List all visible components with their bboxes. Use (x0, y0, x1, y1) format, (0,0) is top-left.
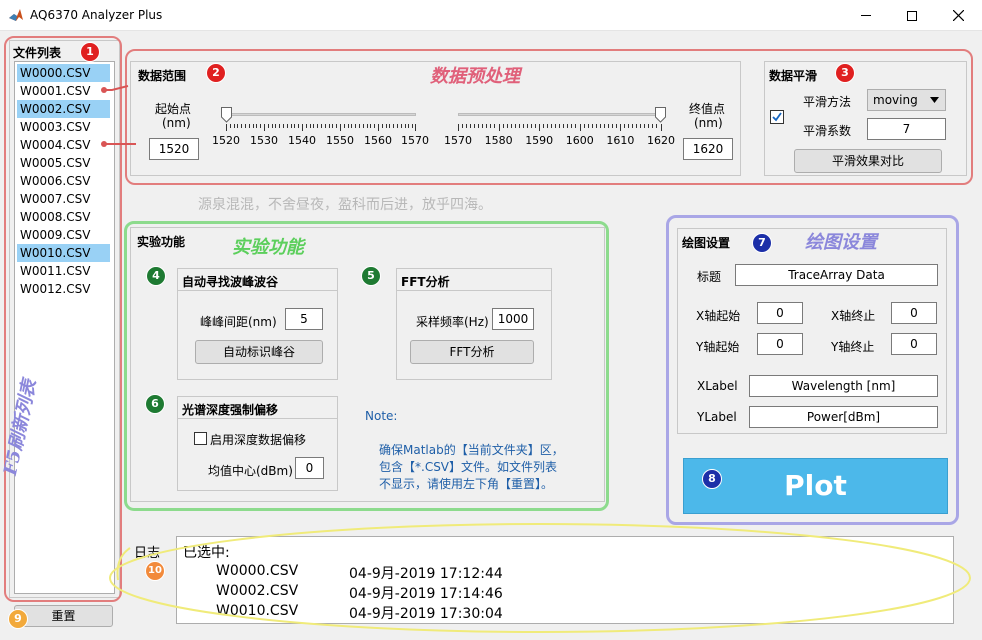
motto-text: 源泉混混，不舍昼夜，盈科而后进，放乎四海。 (198, 197, 492, 213)
minimize-icon[interactable] (843, 0, 889, 31)
window-title: AQ6370 Analyzer Plus (30, 8, 163, 22)
matlab-logo-icon (9, 9, 23, 21)
title-bar: AQ6370 Analyzer Plus (0, 0, 982, 31)
experiment-annotation-frame (124, 221, 609, 511)
badge-4: 4 (146, 266, 166, 286)
badge-6: 6 (145, 394, 165, 414)
experiment-annotation-label: 实验功能 (232, 237, 304, 258)
maximize-icon[interactable] (889, 0, 935, 31)
badge-9: 9 (8, 609, 28, 629)
close-icon[interactable] (935, 0, 981, 31)
badge-2: 2 (206, 63, 226, 83)
badge-1: 1 (80, 42, 100, 62)
badge-3: 3 (835, 63, 855, 83)
badge-10: 10 (145, 561, 165, 581)
badge-8: 8 (702, 469, 722, 489)
preprocess-annotation-label: 数据预处理 (430, 66, 520, 87)
plot-annotation-label: 绘图设置 (805, 232, 877, 253)
badge-7: 7 (752, 233, 772, 253)
badge-5: 5 (361, 266, 381, 286)
connector-lines (101, 85, 136, 147)
log-annotation-ellipse (109, 523, 971, 633)
